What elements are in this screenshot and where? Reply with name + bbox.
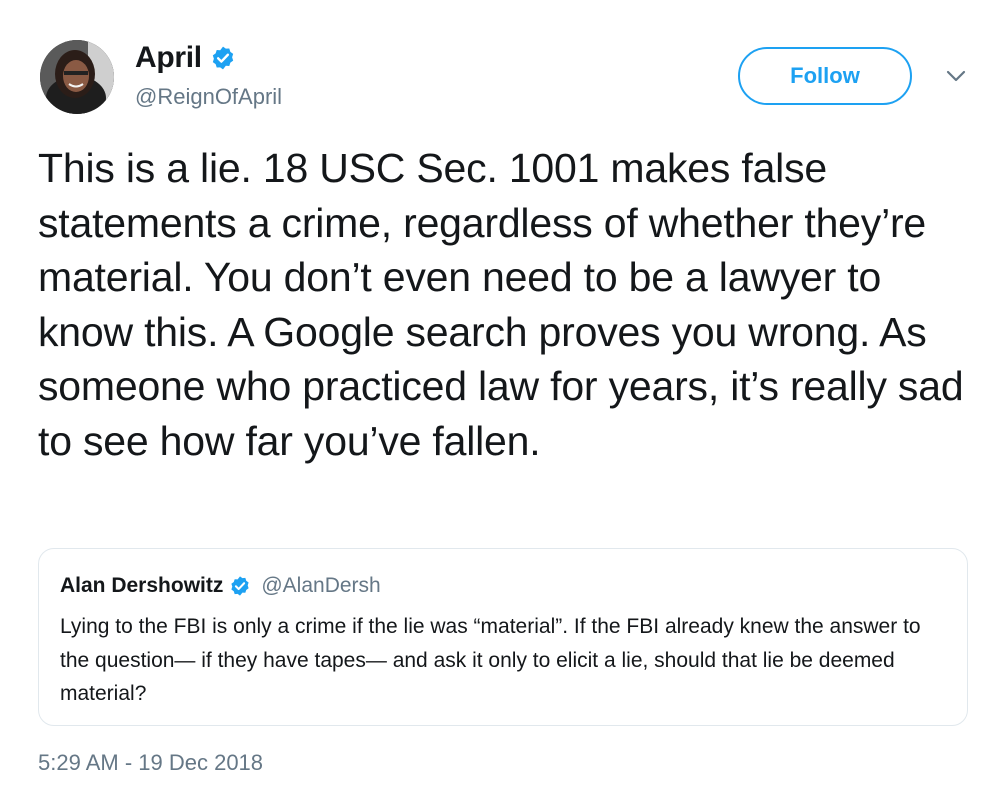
- quoted-tweet-text: Lying to the FBI is only a crime if the …: [60, 615, 921, 705]
- quoted-tweet-card[interactable]: Alan Dershowitz @AlanDersh Lying to the …: [38, 548, 968, 726]
- author-handle[interactable]: @ReignOfApril: [135, 84, 282, 110]
- verified-badge-icon: [210, 45, 236, 71]
- quoted-author-handle: @AlanDersh: [261, 574, 381, 597]
- quoted-tweet-header: Alan Dershowitz @AlanDersh: [60, 573, 381, 599]
- avatar[interactable]: [40, 40, 114, 114]
- follow-button[interactable]: Follow: [738, 47, 912, 105]
- author-display-name[interactable]: April: [135, 41, 202, 75]
- verified-badge-icon: [229, 575, 251, 597]
- quoted-author-name: Alan Dershowitz: [60, 574, 224, 597]
- tweet-text: This is a lie. 18 USC Sec. 1001 makes fa…: [38, 145, 964, 464]
- author-name-row[interactable]: April: [135, 40, 236, 76]
- tweet-timestamp[interactable]: 5:29 AM - 19 Dec 2018: [38, 750, 263, 776]
- chevron-down-icon[interactable]: [944, 66, 968, 86]
- avatar-photo: [40, 40, 114, 114]
